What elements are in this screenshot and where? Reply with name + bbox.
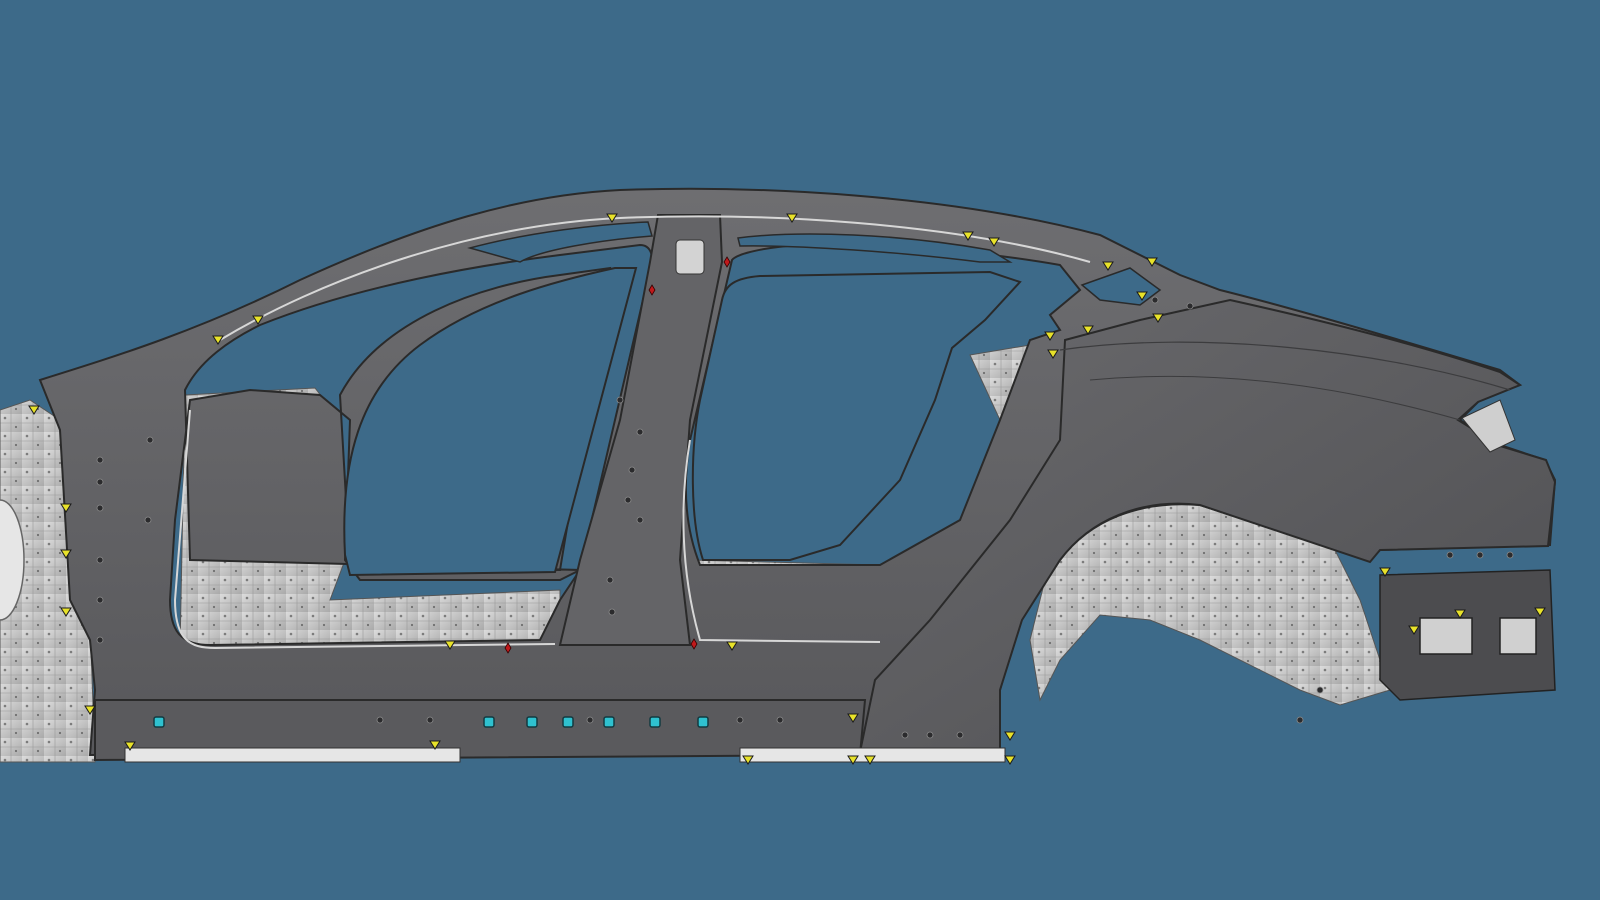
b-pillar-bracket (675, 239, 705, 275)
panel-hole (96, 504, 104, 512)
panel-hole (606, 576, 614, 584)
panel-hole (616, 396, 624, 404)
panel-hole (96, 636, 104, 644)
cyan-marker (562, 716, 574, 728)
cyan-marker (697, 716, 709, 728)
panel-hole (376, 716, 384, 724)
panel-hole (624, 496, 632, 504)
cyan-marker (153, 716, 165, 728)
yellow-marker (1004, 731, 1016, 741)
rear-lower-window-left (1419, 617, 1473, 655)
car-body-side-model[interactable] (0, 0, 1600, 900)
cyan-marker (483, 716, 495, 728)
panel-hole (1151, 296, 1159, 304)
panel-hole (96, 556, 104, 564)
panel-hole (608, 608, 616, 616)
cyan-marker (526, 716, 538, 728)
3d-viewport[interactable] (0, 0, 1600, 900)
panel-hole (776, 716, 784, 724)
panel-hole (1296, 716, 1304, 724)
panel-hole (146, 436, 154, 444)
rear-lower-window-right (1499, 617, 1537, 655)
panel-hole (144, 516, 152, 524)
panel-hole (901, 731, 909, 739)
panel-hole (96, 456, 104, 464)
panel-hole (628, 466, 636, 474)
panel-hole (1186, 302, 1194, 310)
panel-hole (1316, 686, 1324, 694)
panel-hole (1446, 551, 1454, 559)
panel-hole (956, 731, 964, 739)
cyan-marker (603, 716, 615, 728)
panel-hole (926, 731, 934, 739)
panel-hole (636, 516, 644, 524)
panel-hole (426, 716, 434, 724)
panel-hole (96, 596, 104, 604)
panel-hole (586, 716, 594, 724)
cyan-marker (649, 716, 661, 728)
panel-hole (736, 716, 744, 724)
panel-hole (96, 478, 104, 486)
panel-hole (636, 428, 644, 436)
panel-hole (1476, 551, 1484, 559)
yellow-marker (1004, 755, 1016, 765)
panel-hole (1506, 551, 1514, 559)
